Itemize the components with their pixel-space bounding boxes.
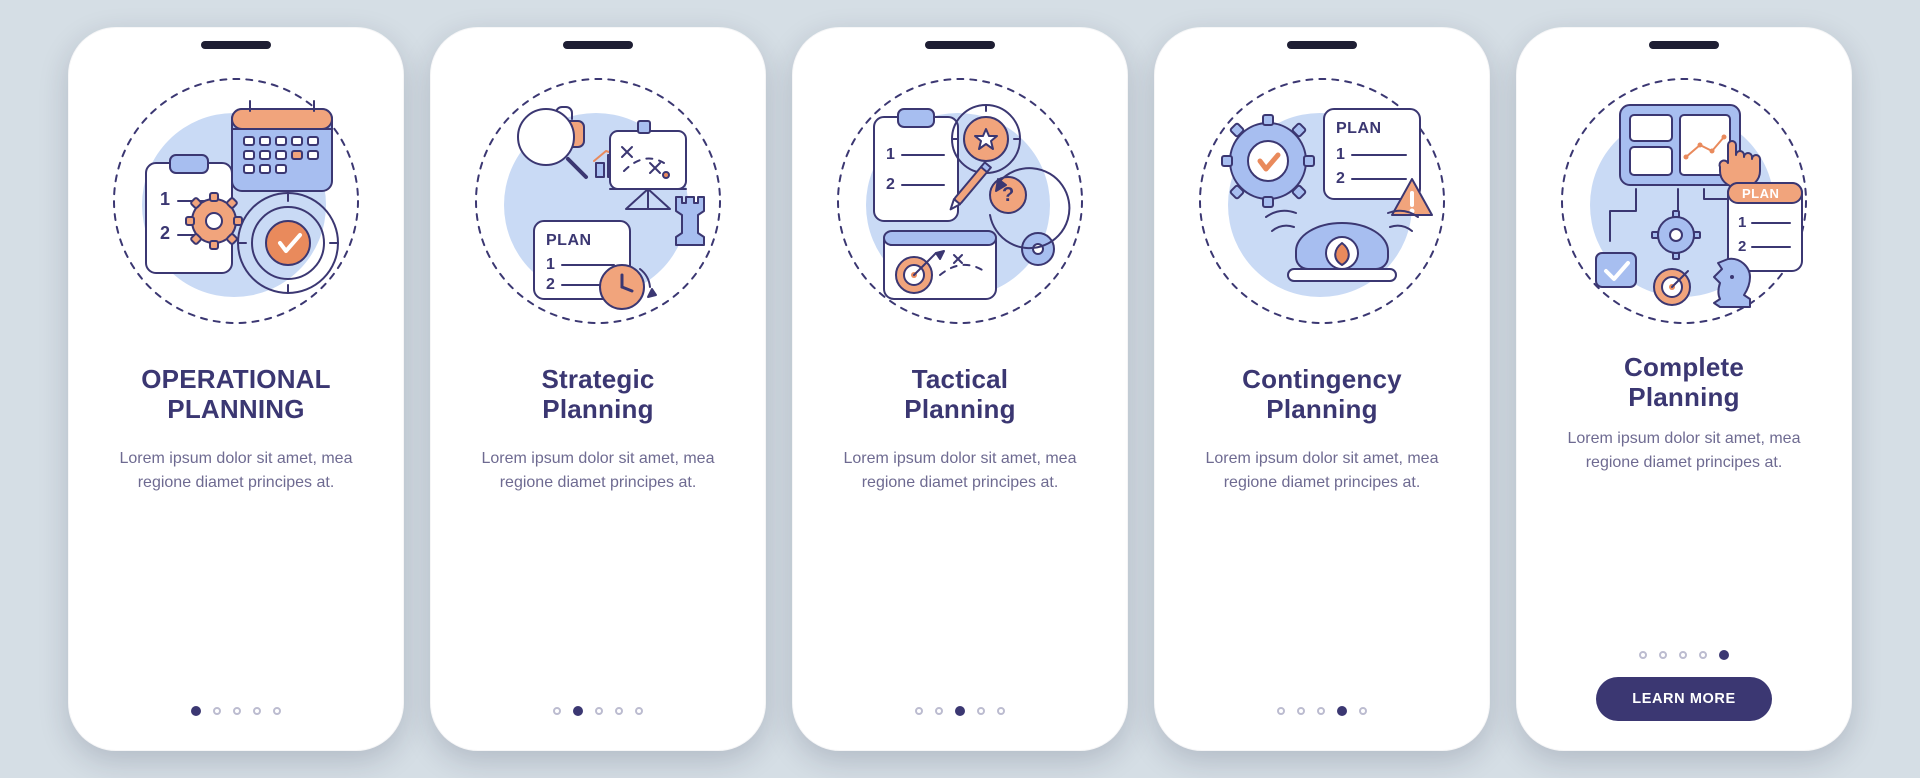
complete-illustration	[1554, 71, 1814, 331]
page-dot-5[interactable]	[1359, 707, 1367, 715]
page-dot-1[interactable]	[191, 706, 201, 716]
screen-title: OPERATIONAL PLANNING	[141, 365, 331, 425]
page-dot-2[interactable]	[1297, 707, 1305, 715]
page-dot-4[interactable]	[1337, 706, 1347, 716]
onboarding-screen-tactical: Tactical Planning Lorem ipsum dolor sit …	[792, 27, 1128, 751]
onboarding-screen-operational: OPERATIONAL PLANNING Lorem ipsum dolor s…	[68, 27, 404, 751]
page-dot-5[interactable]	[635, 707, 643, 715]
page-indicator	[191, 701, 281, 721]
page-indicator	[1277, 701, 1367, 721]
page-dot-2[interactable]	[213, 707, 221, 715]
screen-body-text: Lorem ipsum dolor sit amet, mea regione …	[106, 447, 366, 495]
onboarding-screen-contingency: Contingency Planning Lorem ipsum dolor s…	[1154, 27, 1490, 751]
page-dot-3[interactable]	[1317, 707, 1325, 715]
page-dot-5[interactable]	[273, 707, 281, 715]
onboarding-screen-complete: Complete Planning Lorem ipsum dolor sit …	[1516, 27, 1852, 751]
screen-body-text: Lorem ipsum dolor sit amet, mea regione …	[468, 447, 728, 495]
operational-illustration	[106, 71, 366, 331]
screen-body-text: Lorem ipsum dolor sit amet, mea regione …	[830, 447, 1090, 495]
page-dot-2[interactable]	[1659, 651, 1667, 659]
page-dot-2[interactable]	[935, 707, 943, 715]
page-dot-3[interactable]	[595, 707, 603, 715]
screen-body-text: Lorem ipsum dolor sit amet, mea regione …	[1554, 427, 1814, 475]
learn-more-button[interactable]: LEARN MORE	[1596, 677, 1771, 721]
page-indicator	[915, 701, 1005, 721]
page-dot-1[interactable]	[1639, 651, 1647, 659]
page-dot-4[interactable]	[1699, 651, 1707, 659]
page-dot-3[interactable]	[233, 707, 241, 715]
page-dot-1[interactable]	[553, 707, 561, 715]
page-dot-2[interactable]	[573, 706, 583, 716]
screen-title: Strategic Planning	[541, 365, 654, 425]
page-dot-4[interactable]	[253, 707, 261, 715]
onboarding-screen-strategic: Strategic Planning Lorem ipsum dolor sit…	[430, 27, 766, 751]
page-indicator	[1639, 645, 1729, 665]
screen-title: Contingency Planning	[1242, 365, 1402, 425]
page-dot-1[interactable]	[1277, 707, 1285, 715]
strategic-illustration	[468, 71, 728, 331]
page-dot-5[interactable]	[1719, 650, 1729, 660]
screen-title: Tactical Planning	[904, 365, 1015, 425]
contingency-illustration	[1192, 71, 1452, 331]
page-dot-5[interactable]	[997, 707, 1005, 715]
page-dot-3[interactable]	[955, 706, 965, 716]
screen-title: Complete Planning	[1624, 353, 1744, 413]
page-dot-3[interactable]	[1679, 651, 1687, 659]
page-dot-4[interactable]	[615, 707, 623, 715]
onboarding-carousel: OPERATIONAL PLANNING Lorem ipsum dolor s…	[0, 0, 1920, 778]
page-dot-4[interactable]	[977, 707, 985, 715]
page-dot-1[interactable]	[915, 707, 923, 715]
screen-body-text: Lorem ipsum dolor sit amet, mea regione …	[1192, 447, 1452, 495]
page-indicator	[553, 701, 643, 721]
tactical-illustration	[830, 71, 1090, 331]
